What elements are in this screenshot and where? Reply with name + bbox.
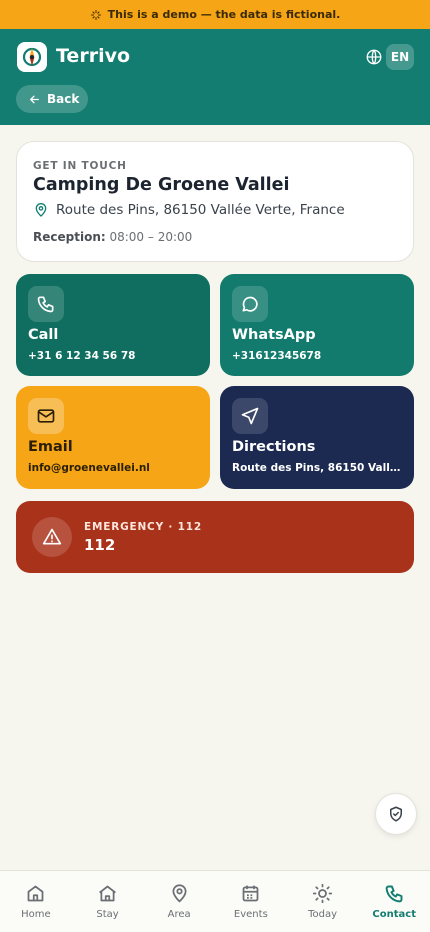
whatsapp-number: +31612345678	[232, 350, 322, 362]
nav-events[interactable]: Events	[215, 871, 287, 932]
nav-stay-label: Stay	[96, 909, 119, 920]
address-row: Route des Pins, 86150 Vallée Verte, Fran…	[33, 202, 345, 218]
map-pin-icon	[172, 884, 187, 903]
phone-icon	[385, 885, 403, 903]
demo-banner-text: This is a demo — the data is fictional.	[107, 8, 341, 21]
compass-logo-icon	[22, 47, 42, 67]
address-text: Route des Pins, 86150 Vallée Verte, Fran…	[56, 202, 345, 218]
nav-area-label: Area	[167, 909, 191, 920]
phone-icon	[37, 296, 54, 313]
call-title: Call	[28, 327, 59, 343]
emergency-icon-circle	[32, 517, 72, 557]
card-eyebrow: GET IN TOUCH	[33, 160, 127, 172]
safety-fab[interactable]	[375, 793, 417, 835]
reception-label: Reception:	[33, 230, 106, 244]
nav-home[interactable]: Home	[0, 871, 72, 932]
arrow-left-icon	[30, 95, 39, 103]
reception-time: 08:00 – 20:00	[109, 230, 193, 244]
mail-icon	[37, 409, 55, 423]
back-label: Back	[47, 92, 80, 106]
whatsapp-tile[interactable]: WhatsApp +31612345678	[220, 274, 414, 376]
directions-title: Directions	[232, 439, 316, 455]
nav-contact[interactable]: Contact	[358, 871, 430, 932]
calendar-icon	[242, 885, 259, 902]
bottom-nav: Home Stay Area Events Today Contact	[0, 870, 430, 932]
email-title: Email	[28, 439, 73, 455]
app-header: Terrivo EN Back	[0, 29, 430, 125]
directions-icon-box	[232, 398, 268, 434]
nav-today[interactable]: Today	[287, 871, 359, 932]
whatsapp-title: WhatsApp	[232, 327, 316, 343]
nav-today-label: Today	[308, 909, 337, 920]
chat-icon	[242, 296, 258, 312]
app-name: Terrivo	[56, 45, 131, 67]
whatsapp-icon-box	[232, 286, 268, 322]
nav-stay[interactable]: Stay	[72, 871, 144, 932]
campsite-name: Camping De Groene Vallei	[33, 175, 290, 195]
globe-icon[interactable]	[365, 48, 383, 66]
nav-events-label: Events	[233, 909, 268, 920]
reception-hours: Reception: 08:00 – 20:00	[33, 230, 192, 244]
nav-contact-label: Contact	[372, 909, 416, 920]
contact-info-card: GET IN TOUCH Camping De Groene Vallei Ro…	[16, 141, 414, 262]
sun-icon	[312, 883, 333, 904]
email-address: info@groenevallei.nl	[28, 462, 150, 474]
sparkle-icon	[90, 9, 101, 20]
warning-icon	[42, 528, 62, 545]
call-tile[interactable]: Call +31 6 12 34 56 78	[16, 274, 210, 376]
call-number: +31 6 12 34 56 78	[28, 350, 136, 362]
house-icon	[99, 885, 116, 902]
email-tile[interactable]: Email info@groenevallei.nl	[16, 386, 210, 489]
app-logo[interactable]	[17, 42, 47, 72]
call-icon-box	[28, 286, 64, 322]
shield-check-icon	[390, 806, 402, 822]
navigation-icon	[241, 407, 259, 425]
email-icon-box	[28, 398, 64, 434]
demo-banner: This is a demo — the data is fictional.	[0, 0, 430, 29]
emergency-card[interactable]: EMERGENCY · 112 112	[16, 501, 414, 573]
home-icon	[27, 885, 44, 902]
back-button[interactable]: Back	[16, 85, 88, 113]
directions-tile[interactable]: Directions Route des Pins, 86150 Vallée …	[220, 386, 414, 489]
emergency-label: EMERGENCY · 112	[84, 521, 202, 533]
map-pin-icon	[35, 203, 47, 217]
language-button[interactable]: EN	[386, 44, 414, 70]
emergency-number: 112	[84, 536, 116, 554]
directions-address: Route des Pins, 86150 Vallée Verte, Fran…	[232, 462, 404, 474]
nav-home-label: Home	[21, 909, 51, 920]
nav-area[interactable]: Area	[143, 871, 215, 932]
